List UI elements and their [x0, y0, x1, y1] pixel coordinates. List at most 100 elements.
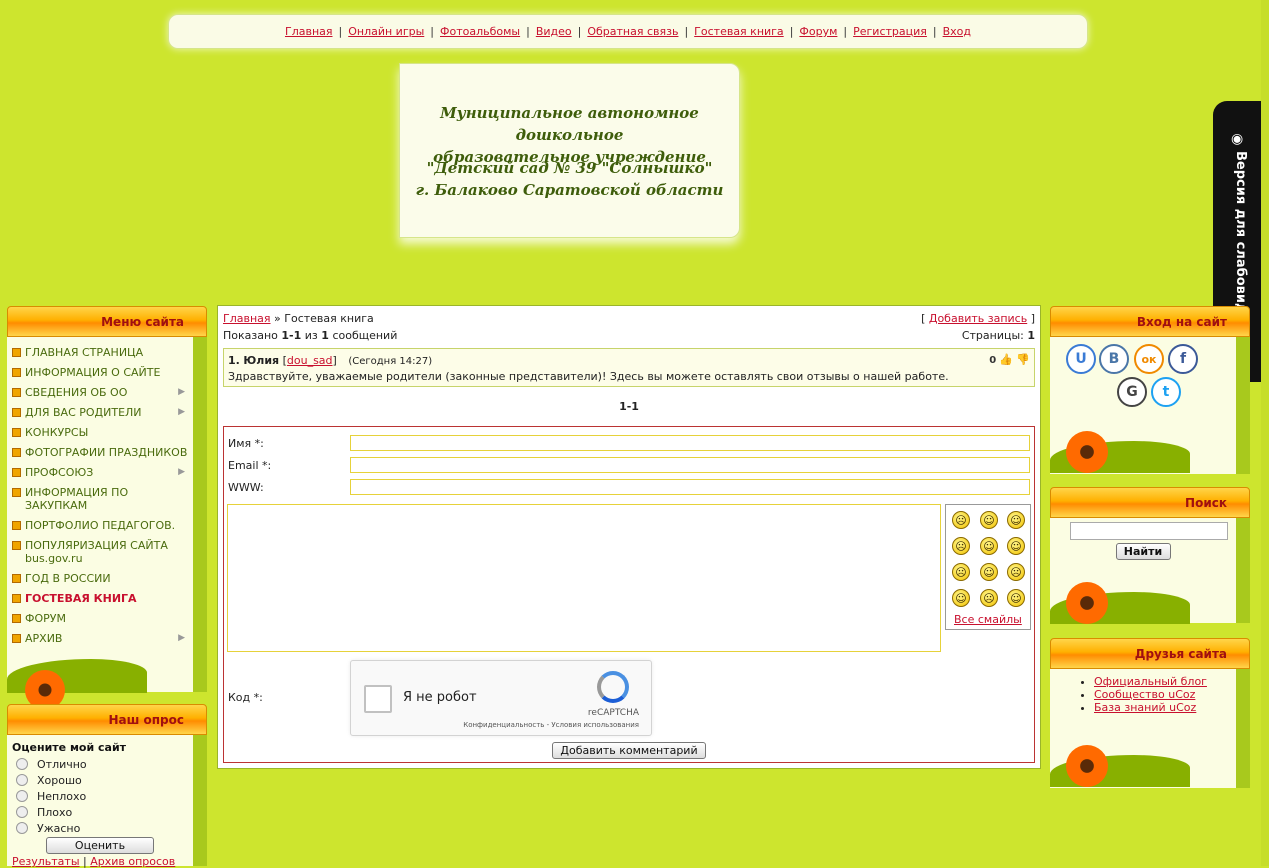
sidebar-menu-item[interactable]: ГЛАВНАЯ СТРАНИЦА [11, 343, 193, 363]
poll-radio[interactable] [16, 806, 28, 818]
sidebar-menu-item[interactable]: ПРОФСОЮЗ ▶ [11, 463, 193, 483]
sidebar-menu-item-label: ГОСТЕВАЯ КНИГА [25, 592, 137, 605]
message-textarea[interactable] [227, 504, 941, 652]
official-blog-link[interactable]: Официальный блог [1094, 675, 1207, 688]
smiley-confused-icon[interactable]: ☹ [980, 589, 998, 607]
nav-link-login[interactable]: Вход [943, 25, 971, 38]
www-input[interactable] [350, 479, 1030, 495]
ucoz-knowledge-base-link[interactable]: База знаний uCoz [1094, 701, 1196, 714]
sidebar-menu-item-label: ГОД В РОССИИ [25, 572, 111, 585]
sidebar-menu-item[interactable]: ФОТОГРАФИИ ПРАЗДНИКОВ [11, 443, 193, 463]
twitter-login-icon[interactable]: t [1151, 377, 1181, 407]
sidebar-menu-item[interactable]: ИНФОРМАЦИЯ ПО ЗАКУПКАМ [11, 483, 193, 516]
sidebar-menu-item[interactable]: АРХИВ ▶ [11, 629, 193, 649]
code-label: Код *: [228, 691, 263, 704]
poll-option[interactable]: Хорошо [12, 772, 188, 788]
site-menu-block: Меню сайта ГЛАВНАЯ СТРАНИЦА ИНФОРМАЦИЯ О … [7, 306, 207, 710]
menu-bullet-icon [12, 468, 21, 477]
vk-login-icon[interactable]: B [1099, 344, 1129, 374]
sidebar-menu-item-label: ГЛАВНАЯ СТРАНИЦА [25, 346, 144, 359]
poll-radio[interactable] [16, 774, 28, 786]
thumbs-up-icon[interactable]: 👍 [999, 353, 1013, 366]
flower-decoration [1066, 582, 1108, 624]
menu-bullet-icon [12, 428, 21, 437]
entries-count: Показано 1-1 из 1 сообщений Страницы: 1 [223, 329, 1035, 342]
submenu-arrow-icon: ▶ [178, 633, 185, 643]
smiley-sad-icon[interactable]: ☹ [952, 563, 970, 581]
entry-author: Юлия [243, 354, 280, 367]
sidebar-menu-item-label: СВЕДЕНИЯ ОБ ОО [25, 386, 128, 399]
sidebar-menu-item-label: ФОРУМ [25, 612, 66, 625]
all-smiles-link[interactable]: Все смайлы [954, 613, 1022, 626]
recaptcha-terms[interactable]: Конфиденциальность - Условия использован… [463, 721, 639, 729]
ucoz-login-icon[interactable]: U [1066, 344, 1096, 374]
smiley-smile-icon[interactable]: ☺ [980, 563, 998, 581]
smiley-cool-icon[interactable]: ☺ [1007, 511, 1025, 529]
recaptcha-widget: Я не робот reCAPTCHA Конфиденциальность … [350, 660, 652, 736]
search-button[interactable]: Найти [1115, 543, 1171, 560]
sidebar-menu-item[interactable]: ФОРУМ [11, 609, 193, 629]
poll-block: Наш опрос Оцените мой сайт Отлично Хорош… [7, 704, 207, 868]
poll-option[interactable]: Неплохо [12, 788, 188, 804]
nav-link-register[interactable]: Регистрация [853, 25, 927, 38]
nav-link-home[interactable]: Главная [285, 25, 333, 38]
nav-link-games[interactable]: Онлайн игры [348, 25, 424, 38]
sidebar-menu-item[interactable]: ИНФОРМАЦИЯ О САЙТЕ [11, 363, 193, 383]
submenu-arrow-icon: ▶ [178, 467, 185, 477]
smiley-shock-icon[interactable]: ☹ [952, 537, 970, 555]
eye-icon: ◉ [1231, 131, 1244, 147]
search-input[interactable] [1070, 522, 1228, 540]
facebook-login-icon[interactable]: f [1168, 344, 1198, 374]
poll-archive-link[interactable]: Архив опросов [90, 855, 175, 868]
nav-link-guestbook[interactable]: Гостевая книга [694, 25, 784, 38]
smiley-tongue-icon[interactable]: ☺ [952, 589, 970, 607]
smiley-wink-icon[interactable]: ☺ [1007, 537, 1025, 555]
sidebar-menu-item[interactable]: ДЛЯ ВАС РОДИТЕЛИ ▶ [11, 403, 193, 423]
poll-option[interactable]: Отлично [12, 756, 188, 772]
sidebar-menu-item[interactable]: ПОПУЛЯРИЗАЦИЯ САЙТА bus.gov.ru [11, 536, 193, 569]
breadcrumb-current: Гостевая книга [284, 312, 374, 325]
poll-title: Наш опрос [7, 704, 207, 735]
add-entry-link[interactable]: Добавить запись [929, 312, 1027, 325]
poll-results-link[interactable]: Результаты [12, 855, 80, 868]
poll-option[interactable]: Ужасно [12, 820, 188, 836]
menu-bullet-icon [12, 521, 21, 530]
add-comment-form: Имя *: Email *: WWW: ☹ ☺ ☺ ☹ ☺ ☺ ☹ ☺ ☹ ☺… [223, 426, 1035, 763]
menu-bullet-icon [12, 488, 21, 497]
login-block: Вход на сайт U B ок f G t [1050, 306, 1250, 474]
header-org-name: "Детский сад № 39 "Солнышко" г. Балаково… [415, 159, 724, 199]
entry-login-link[interactable]: dou_sad [287, 354, 333, 367]
poll-vote-button[interactable]: Оценить [46, 837, 154, 854]
nav-link-photos[interactable]: Фотоальбомы [440, 25, 520, 38]
list-item: База знаний uCoz [1094, 701, 1236, 714]
thumbs-down-icon[interactable]: 👎 [1016, 353, 1030, 366]
nav-link-video[interactable]: Видео [536, 25, 572, 38]
smiley-grin-icon[interactable]: ☺ [980, 511, 998, 529]
sidebar-menu-item[interactable]: СВЕДЕНИЯ ОБ ОО ▶ [11, 383, 193, 403]
breadcrumb-home-link[interactable]: Главная [223, 312, 271, 325]
friends-list: Официальный блог Сообщество uCoz База зн… [1050, 669, 1236, 714]
nav-link-feedback[interactable]: Обратная связь [587, 25, 678, 38]
odnoklassniki-login-icon[interactable]: ок [1134, 344, 1164, 374]
nav-link-forum[interactable]: Форум [799, 25, 837, 38]
smiley-skeptic-icon[interactable]: ☺ [1007, 589, 1025, 607]
poll-radio[interactable] [16, 822, 28, 834]
page-scrollbar[interactable] [1261, 0, 1269, 866]
sidebar-menu-item[interactable]: ПОРТФОЛИО ПЕДАГОГОВ. [11, 516, 193, 536]
smiley-surprised-icon[interactable]: ☹ [1007, 563, 1025, 581]
google-login-icon[interactable]: G [1117, 377, 1147, 407]
recaptcha-checkbox[interactable] [364, 685, 392, 713]
poll-option[interactable]: Плохо [12, 804, 188, 820]
email-input[interactable] [350, 457, 1030, 473]
sidebar-menu-item[interactable]: КОНКУРСЫ [11, 423, 193, 443]
sidebar-menu-item[interactable]: ГОД В РОССИИ [11, 569, 193, 589]
ucoz-community-link[interactable]: Сообщество uCoz [1094, 688, 1195, 701]
submenu-arrow-icon: ▶ [178, 387, 185, 397]
sidebar-menu-item[interactable]: ГОСТЕВАЯ КНИГА [11, 589, 193, 609]
smiley-sleepy-icon[interactable]: ☺ [980, 537, 998, 555]
submit-comment-button[interactable]: Добавить комментарий [552, 742, 706, 759]
poll-radio[interactable] [16, 790, 28, 802]
name-input[interactable] [350, 435, 1030, 451]
smiley-angry-icon[interactable]: ☹ [952, 511, 970, 529]
poll-radio[interactable] [16, 758, 28, 770]
